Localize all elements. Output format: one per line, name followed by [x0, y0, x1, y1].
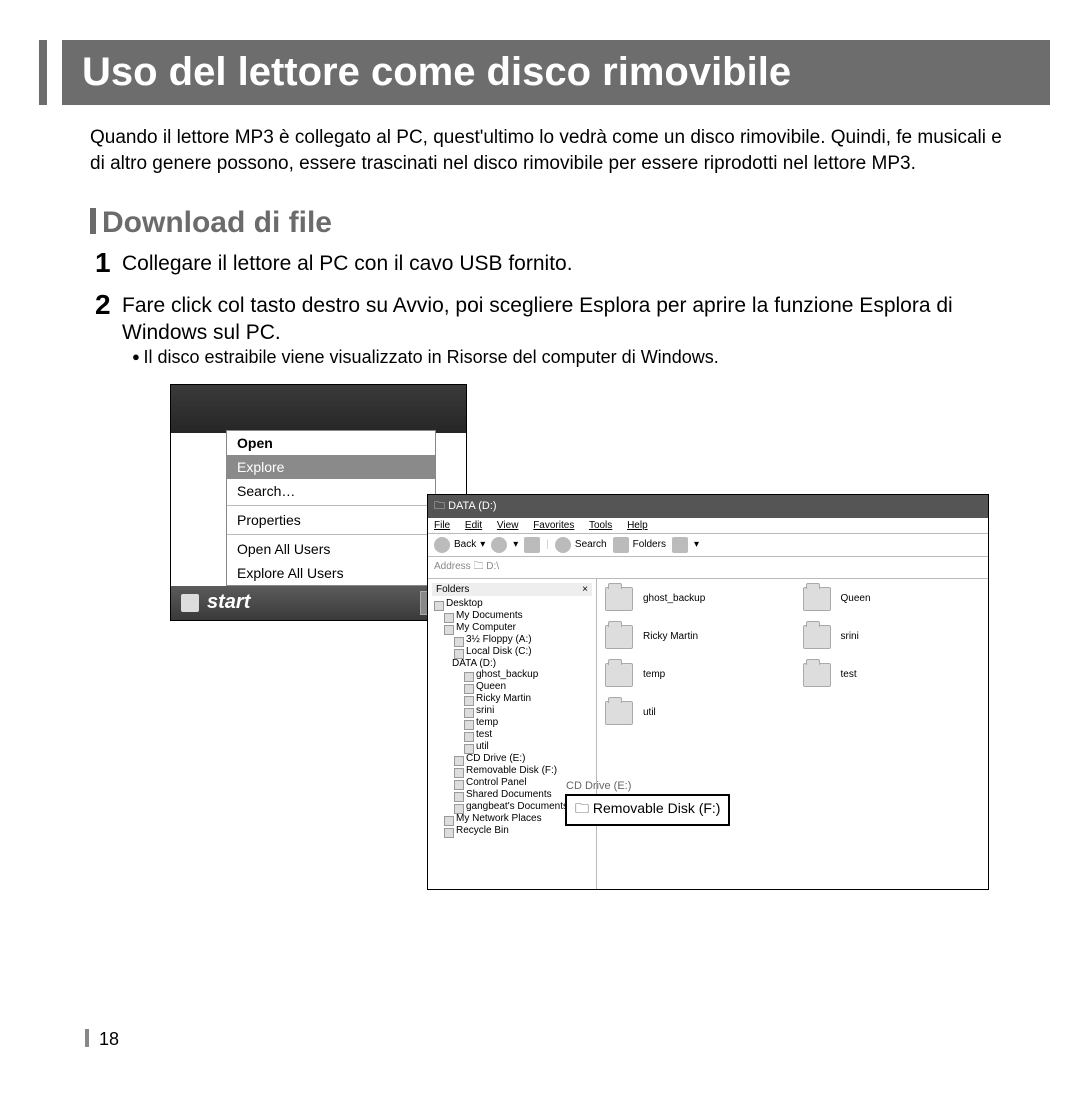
folder-srini[interactable]: srini: [803, 625, 981, 649]
folders-button[interactable]: Folders: [613, 537, 666, 553]
step-2-bullet: Il disco estraibile viene visualizzato i…: [132, 346, 1010, 369]
page-number: 18: [85, 1029, 119, 1050]
folder-ghost[interactable]: ghost_backup: [605, 587, 783, 611]
folder-icon: [605, 625, 633, 649]
taskbar: start untitle: [171, 586, 466, 620]
step-2: Fare click col tasto destro su Avvio, po…: [100, 292, 1010, 370]
menu-tools[interactable]: Tools: [589, 520, 612, 531]
tree-floppy[interactable]: 3½ Floppy (A:): [452, 634, 592, 646]
folder-temp[interactable]: temp: [605, 663, 783, 687]
up-icon[interactable]: [524, 537, 540, 553]
tree-desktop[interactable]: Desktop: [432, 598, 592, 610]
folder-util[interactable]: util: [605, 701, 783, 725]
folder-icon: [803, 663, 831, 687]
intro-paragraph: Quando il lettore MP3 è collegato al PC,…: [90, 125, 1010, 176]
menu-explore[interactable]: Explore: [227, 455, 435, 479]
close-icon[interactable]: ×: [582, 584, 588, 595]
menu-favorites[interactable]: Favorites: [533, 520, 574, 531]
explorer-toolbar: Back ▾ ▾ | Search Folders ▾: [428, 534, 988, 557]
tree-mycomp[interactable]: My Computer: [442, 622, 592, 634]
explorer-window: 🗀 DATA (D:) File Edit View Favorites Too…: [427, 494, 989, 890]
tree-header: Folders: [436, 584, 469, 595]
context-menu: Open Explore Search… Properties Open All…: [226, 430, 436, 586]
folder-icon: [605, 587, 633, 611]
folder-test[interactable]: test: [803, 663, 981, 687]
forward-icon[interactable]: [491, 537, 507, 553]
tree-localc[interactable]: Local Disk (C:): [452, 646, 592, 658]
callout-removable-disk: 🗀 Removable Disk (F:): [565, 794, 730, 826]
search-icon: [555, 537, 571, 553]
folders-icon: [613, 537, 629, 553]
folder-tree: Folders × Desktop My Documents My Compute…: [428, 579, 597, 889]
menu-explore-all-users[interactable]: Explore All Users: [227, 561, 435, 585]
step-1: Collegare il lettore al PC con il cavo U…: [100, 250, 1010, 277]
search-button[interactable]: Search: [555, 537, 607, 553]
section-heading: Download di file: [90, 206, 1010, 240]
explorer-title: 🗀 DATA (D:): [428, 495, 988, 518]
context-menu-screenshot: Open Explore Search… Properties Open All…: [170, 384, 467, 621]
back-icon: [434, 537, 450, 553]
menu-open-all-users[interactable]: Open All Users: [227, 537, 435, 561]
folder-queen[interactable]: Queen: [803, 587, 981, 611]
explorer-menubar: File Edit View Favorites Tools Help: [428, 518, 988, 534]
file-pane: ghost_backup Queen Ricky Martin srini te…: [597, 579, 988, 889]
folder-icon: [605, 701, 633, 725]
callout-above: CD Drive (E:): [566, 780, 631, 792]
tree-cdrom[interactable]: CD Drive (E:): [452, 753, 592, 765]
tree-datad[interactable]: DATA (D:): [452, 658, 496, 669]
menu-view[interactable]: View: [497, 520, 519, 531]
back-button[interactable]: Back ▾: [434, 537, 485, 553]
tree-srini[interactable]: srini: [462, 705, 592, 717]
start-button[interactable]: start: [207, 591, 250, 614]
menu-open[interactable]: Open: [227, 431, 435, 455]
menu-help[interactable]: Help: [627, 520, 648, 531]
address-bar[interactable]: Address 🗀 D:\: [428, 557, 988, 579]
folder-ricky[interactable]: Ricky Martin: [605, 625, 783, 649]
tree-temp[interactable]: temp: [462, 717, 592, 729]
tree-queen[interactable]: Queen: [462, 681, 592, 693]
tree-util[interactable]: util: [462, 741, 592, 753]
tree-ricky[interactable]: Ricky Martin: [462, 693, 592, 705]
menu-properties[interactable]: Properties: [227, 508, 435, 532]
tree-test[interactable]: test: [462, 729, 592, 741]
tree-remov[interactable]: Removable Disk (F:): [452, 765, 592, 777]
tree-ghost[interactable]: ghost_backup: [462, 669, 592, 681]
windows-flag-icon: [181, 594, 199, 612]
views-icon[interactable]: [672, 537, 688, 553]
menu-search[interactable]: Search…: [227, 479, 435, 503]
folder-icon: [605, 663, 633, 687]
folder-icon: [803, 587, 831, 611]
tree-mydocs[interactable]: My Documents: [442, 610, 592, 622]
steps-list: Collegare il lettore al PC con il cavo U…: [100, 250, 1010, 369]
menu-edit[interactable]: Edit: [465, 520, 482, 531]
folder-icon: [803, 625, 831, 649]
screenshot-figure: Open Explore Search… Properties Open All…: [170, 384, 1080, 934]
menu-file[interactable]: File: [434, 520, 450, 531]
page-title: Uso del lettore come disco rimovibile: [62, 40, 1050, 105]
